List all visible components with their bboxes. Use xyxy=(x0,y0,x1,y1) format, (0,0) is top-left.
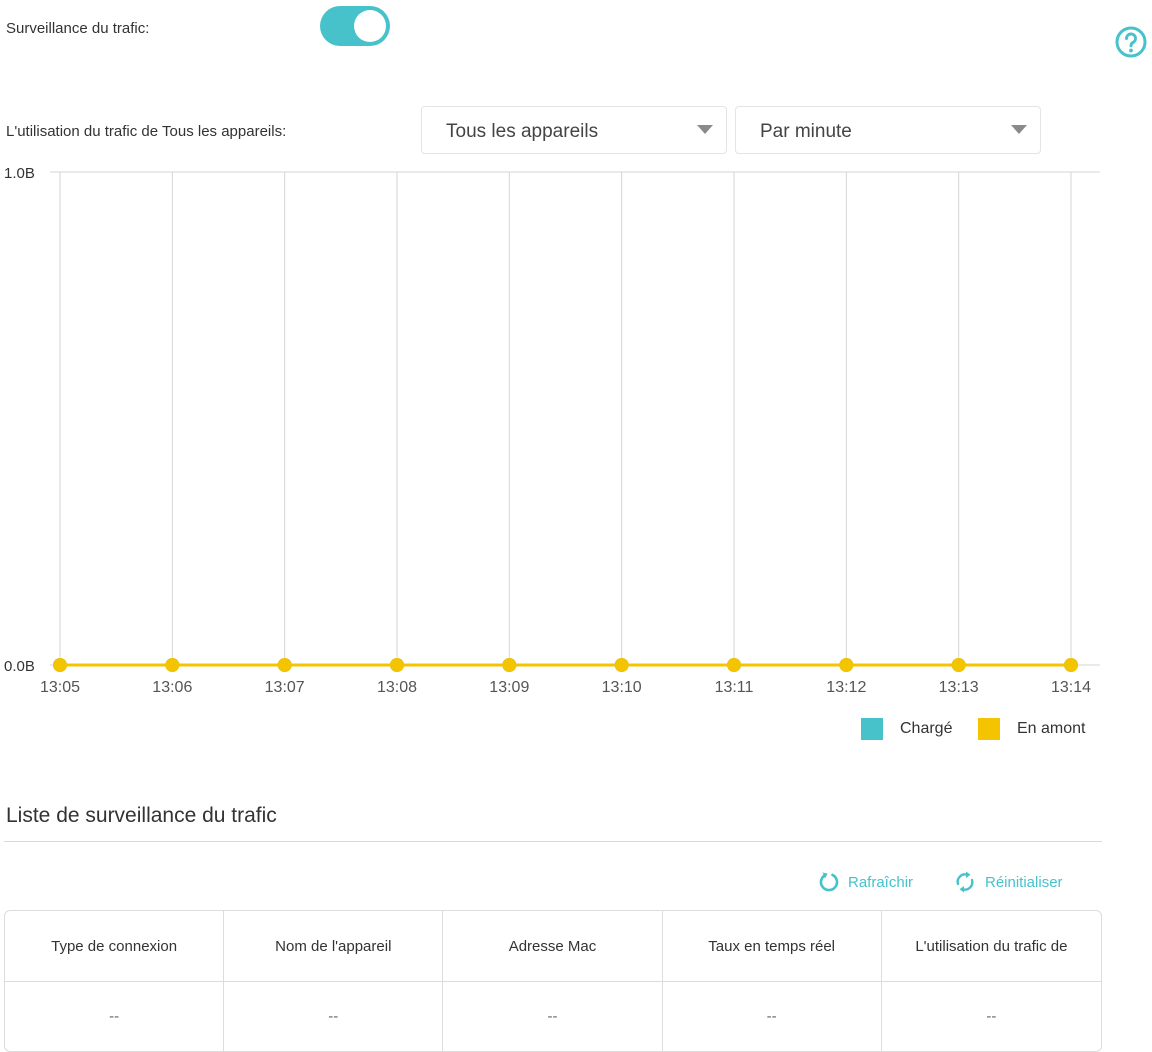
reset-icon xyxy=(956,871,974,893)
traffic-chart: 1.0B 0.0B 13:05 13:06 13:07 13:08 13:09 13:10 13… xyxy=(4,165,1100,696)
x-tick-label: 13:09 xyxy=(489,679,529,696)
traffic-monitoring-toggle[interactable] xyxy=(320,6,390,46)
question-circle-icon[interactable] xyxy=(1114,25,1148,59)
chevron-down-icon xyxy=(697,125,713,134)
table-cell: -- xyxy=(443,982,663,1051)
y-tick-label: 1.0B xyxy=(4,165,35,182)
reset-label: Réinitialiser xyxy=(985,873,1063,891)
data-point-en-amont xyxy=(727,658,741,672)
x-tick-label: 13:07 xyxy=(265,679,305,696)
reset-button[interactable]: Réinitialiser xyxy=(953,868,1063,896)
table-row: -- -- -- -- -- xyxy=(5,982,1101,1051)
refresh-button[interactable]: Rafraîchir xyxy=(818,868,913,896)
x-tick-label: 13:11 xyxy=(715,679,754,696)
table-cell: -- xyxy=(986,1008,997,1025)
column-header: Taux en temps réel xyxy=(662,911,882,982)
data-point-en-amont xyxy=(390,658,404,672)
column-header: L'utilisation du trafic de xyxy=(881,911,1101,982)
data-point-en-amont xyxy=(614,658,629,672)
column-header: Adresse Mac xyxy=(443,911,663,982)
x-tick-label: 13:13 xyxy=(939,679,979,696)
data-point-en-amont xyxy=(1064,658,1078,672)
traffic-table: Type de connexion Nom de l'appareil Adre… xyxy=(4,910,1102,1052)
refresh-icon xyxy=(819,872,839,892)
x-tick-label: 13:14 xyxy=(1051,679,1091,696)
data-point-en-amont xyxy=(951,658,966,672)
legend-swatch-charge xyxy=(861,718,883,740)
legend-label-en-amont: En amont xyxy=(1017,720,1086,737)
legend-swatch-en-amont xyxy=(978,718,1000,740)
traffic-usage-label: L'utilisation du trafic de Tous les appa… xyxy=(6,123,287,140)
table-cell: -- xyxy=(663,982,882,1051)
traffic-monitoring-label: Surveillance du trafic: xyxy=(6,20,150,37)
chevron-down-icon xyxy=(1011,125,1027,134)
data-point-en-amont xyxy=(53,658,67,672)
table-header-row: Type de connexion Nom de l'appareil Adre… xyxy=(5,911,1101,982)
y-tick-label: 0.0B xyxy=(4,658,35,675)
x-tick-label: 13:10 xyxy=(602,679,642,696)
data-point-en-amont xyxy=(839,658,854,672)
x-tick-label: 13:06 xyxy=(152,679,192,696)
divider xyxy=(4,841,1102,842)
toggle-knob xyxy=(354,10,386,42)
column-header: Type de connexion xyxy=(5,911,225,982)
refresh-label: Rafraîchir xyxy=(848,873,914,891)
x-tick-label: 13:08 xyxy=(377,679,417,696)
data-point-en-amont xyxy=(277,658,292,672)
interval-select[interactable]: Par minute xyxy=(735,106,1041,154)
x-tick-label: 13:05 xyxy=(40,679,80,696)
interval-select-value: Par minute xyxy=(760,121,852,142)
data-point-en-amont xyxy=(165,658,180,672)
legend-label-charge: Chargé xyxy=(900,720,953,737)
section-title: Liste de surveillance du trafic xyxy=(6,804,277,827)
data-point-en-amont xyxy=(502,658,517,672)
device-select[interactable]: Tous les appareils xyxy=(421,106,727,154)
table-cell: -- xyxy=(5,982,225,1051)
table-cell: -- xyxy=(224,982,444,1051)
x-tick-label: 13:12 xyxy=(826,679,866,696)
column-header: Nom de l'appareil xyxy=(224,911,444,982)
device-select-value: Tous les appareils xyxy=(446,121,599,142)
